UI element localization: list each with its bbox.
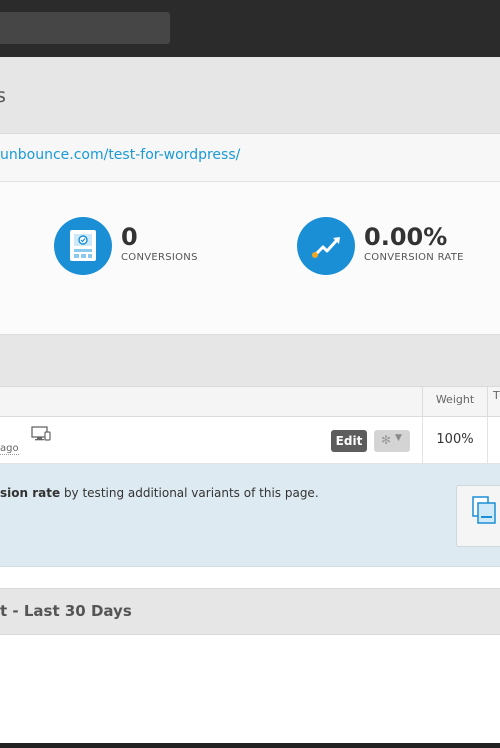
chevron-down-icon: ▼	[395, 433, 402, 443]
add-variant-card[interactable]	[456, 485, 500, 547]
conversion-rate-label: CONVERSION RATE	[364, 252, 464, 263]
conversion-rate-value: 0.00%	[364, 223, 448, 251]
tip-text-rest: by testing additional variants of this p…	[60, 486, 319, 500]
last-updated-text: ago	[0, 443, 19, 455]
report-section-header: t - Last 30 Days	[0, 588, 500, 635]
report-title: t - Last 30 Days	[0, 602, 132, 620]
form-icon	[54, 217, 112, 275]
stats-panel: 0 CONVERSIONS 0.00% CONVERSION RATE	[0, 182, 500, 335]
variant-weight: 100%	[422, 417, 488, 463]
conversions-label: CONVERSIONS	[121, 252, 198, 263]
gear-icon: ✻	[381, 433, 392, 447]
page-title: s	[0, 85, 6, 107]
bottom-edge-bar	[0, 743, 500, 748]
tip-text-bold: sion rate	[0, 486, 61, 500]
duplicate-page-icon	[457, 496, 500, 540]
settings-dropdown-button[interactable]: ✻ ▼	[374, 430, 410, 452]
weight-column-header: Weight	[422, 387, 488, 416]
page-url-link[interactable]: unbounce.com/test-for-wordpress/	[0, 147, 240, 163]
variants-section-header	[0, 335, 500, 387]
trend-line-icon	[297, 217, 355, 275]
page-header: s	[0, 57, 500, 134]
tip-text: sion rate by testing additional variants…	[0, 486, 319, 500]
page-url-row: unbounce.com/test-for-wordpress/	[0, 134, 500, 182]
variant-row: ago Edit ✻ ▼ 100%	[0, 417, 500, 464]
edit-button[interactable]: Edit	[331, 430, 367, 452]
conversions-value: 0	[121, 223, 138, 251]
desktop-icon	[31, 426, 51, 446]
variants-table-header: Weight T	[0, 387, 500, 417]
next-column-header: T	[493, 389, 500, 402]
top-navigation-bar	[0, 0, 500, 57]
tip-banner: sion rate by testing additional variants…	[0, 464, 500, 567]
search-field[interactable]	[0, 12, 170, 44]
